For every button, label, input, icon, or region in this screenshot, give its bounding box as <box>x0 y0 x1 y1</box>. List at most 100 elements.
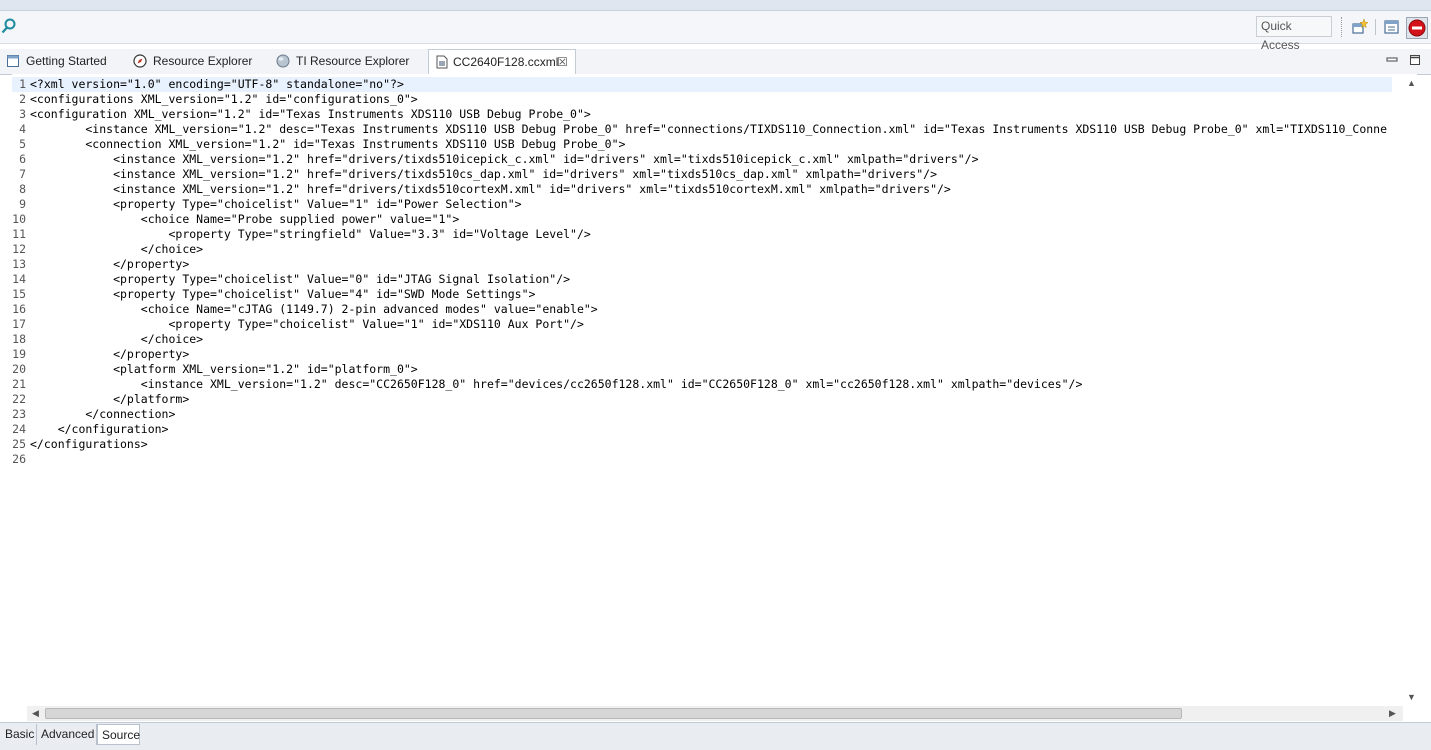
code-text: <connection XML_version="1.2" id="Texas … <box>30 137 626 151</box>
code-text: </configuration> <box>30 422 169 436</box>
code-line[interactable]: 16 <choice Name="cJTAG (1149.7) 2-pin ad… <box>12 302 1392 317</box>
line-number: 23 <box>12 407 26 421</box>
line-number: 5 <box>19 137 26 151</box>
code-text: <instance XML_version="1.2" href="driver… <box>30 152 979 166</box>
code-text: </choice> <box>30 242 204 256</box>
code-text: </connection> <box>30 407 176 421</box>
scroll-down-icon[interactable]: ▼ <box>1407 693 1416 702</box>
code-line[interactable]: 25 </configurations> <box>12 437 1392 452</box>
code-line[interactable]: 7 <instance XML_version="1.2" href="driv… <box>12 167 1392 182</box>
code-line[interactable]: 22 </platform> <box>12 392 1392 407</box>
code-line[interactable]: 8 <instance XML_version="1.2" href="driv… <box>12 182 1392 197</box>
xml-source-editor[interactable]: 1 <?xml version="1.0" encoding="UTF-8" st… <box>12 74 1417 714</box>
code-line[interactable]: 13 </property> <box>12 257 1392 272</box>
code-line[interactable]: 5 <connection XML_version="1.2" id="Texa… <box>12 137 1392 152</box>
line-number: 8 <box>19 182 26 196</box>
code-line[interactable]: 1 <?xml version="1.0" encoding="UTF-8" st… <box>12 77 1392 92</box>
line-number: 11 <box>12 227 26 241</box>
tab-getting-started[interactable]: Getting Started <box>6 49 116 74</box>
tab-advanced[interactable]: Advanced <box>37 724 97 745</box>
scroll-right-icon[interactable]: ▶ <box>1389 709 1397 718</box>
code-text: <configuration XML_version="1.2" id="Tex… <box>30 107 591 121</box>
line-number: 1 <box>19 77 26 91</box>
ccs-debug-perspective-icon[interactable] <box>1406 17 1428 39</box>
line-number: 25 <box>12 437 26 451</box>
tab-source[interactable]: Source <box>97 724 140 745</box>
scroll-left-icon[interactable]: ◀ <box>32 709 40 718</box>
code-text: </configurations> <box>30 437 148 451</box>
code-line[interactable]: 23 </connection> <box>12 407 1392 422</box>
editor-page-tabs: Basic Advanced Source <box>0 722 1431 750</box>
line-number: 20 <box>12 362 26 376</box>
code-line[interactable]: 6 <instance XML_version="1.2" href="driv… <box>12 152 1392 167</box>
maximize-icon[interactable] <box>1409 54 1421 66</box>
line-number: 2 <box>19 92 26 106</box>
line-number: 10 <box>12 212 26 226</box>
line-number: 14 <box>12 272 26 286</box>
code-line[interactable]: 14 <property Type="choicelist" Value="0"… <box>12 272 1392 287</box>
code-text: </property> <box>30 347 190 361</box>
code-text: <choice Name="cJTAG (1149.7) 2-pin advan… <box>30 302 598 316</box>
page-icon <box>7 55 19 67</box>
code-text: <choice Name="Probe supplied power" valu… <box>30 212 460 226</box>
code-line[interactable]: 17 <property Type="choicelist" Value="1"… <box>12 317 1392 332</box>
code-line[interactable]: 15 <property Type="choicelist" Value="4"… <box>12 287 1392 302</box>
line-number: 22 <box>12 392 26 406</box>
code-text: <property Type="choicelist" Value="0" id… <box>30 272 571 286</box>
editor-tab-bar: Getting Started Resource Explorer TI Res… <box>0 49 1431 75</box>
tab-resource-explorer[interactable]: Resource Explorer <box>133 49 263 74</box>
horizontal-scrollbar[interactable]: ◀ ▶ <box>27 706 1403 721</box>
line-number: 9 <box>19 197 26 211</box>
close-icon[interactable]: ☒ <box>557 50 568 75</box>
ccxml-file-icon <box>436 55 448 69</box>
code-line[interactable]: 11 <property Type="stringfield" Value="3… <box>12 227 1392 242</box>
code-line[interactable]: 3 <configuration XML_version="1.2" id="Te… <box>12 107 1392 122</box>
code-text: </platform> <box>30 392 190 406</box>
scroll-up-icon[interactable]: ▲ <box>1407 79 1416 88</box>
code-text: <instance XML_version="1.2" desc="Texas … <box>30 122 1388 136</box>
line-number: 15 <box>12 287 26 301</box>
code-line[interactable]: 9 <property Type="choicelist" Value="1" … <box>12 197 1392 212</box>
line-number: 6 <box>19 152 26 166</box>
vertical-scrollbar[interactable]: ▲ ▼ <box>1403 75 1420 707</box>
code-text: <property Type="choicelist" Value="1" id… <box>30 197 522 211</box>
code-line[interactable]: 4 <instance XML_version="1.2" desc="Texa… <box>12 122 1392 137</box>
line-number: 13 <box>12 257 26 271</box>
code-line[interactable]: 20 <platform XML_version="1.2" id="platf… <box>12 362 1392 377</box>
code-line[interactable]: 12 </choice> <box>12 242 1392 257</box>
code-line[interactable]: 26 <box>12 452 1392 467</box>
toolbar-grip <box>1341 17 1344 37</box>
code-line[interactable]: 24 </configuration> <box>12 422 1392 437</box>
tab-ti-resource-explorer[interactable]: TI Resource Explorer <box>276 49 416 74</box>
line-number: 18 <box>12 332 26 346</box>
code-text: <property Type="stringfield" Value="3.3"… <box>30 227 591 241</box>
line-number: 4 <box>19 122 26 136</box>
tab-ccxml-file[interactable]: CC2640F128.ccxml ☒ <box>428 49 576 75</box>
horizontal-scroll-thumb[interactable] <box>45 708 1182 719</box>
code-line[interactable]: 2 <configurations XML_version="1.2" id="c… <box>12 92 1392 107</box>
code-line[interactable]: 21 <instance XML_version="1.2" desc="CC2… <box>12 377 1392 392</box>
title-strip <box>0 0 1431 11</box>
minimize-icon[interactable] <box>1386 54 1398 66</box>
code-line[interactable]: 18 </choice> <box>12 332 1392 347</box>
line-number: 12 <box>12 242 26 256</box>
ccs-edit-perspective-icon[interactable] <box>1383 18 1401 36</box>
code-text: <configurations XML_version="1.2" id="co… <box>30 92 418 106</box>
code-text: <instance XML_version="1.2" desc="CC2650… <box>30 377 1083 391</box>
open-perspective-icon[interactable] <box>1351 18 1369 36</box>
main-toolbar: Quick Access <box>0 11 1431 52</box>
quick-access-input[interactable]: Quick Access <box>1256 16 1332 52</box>
tab-basic[interactable]: Basic <box>1 724 37 745</box>
line-number: 16 <box>12 302 26 316</box>
line-number: 24 <box>12 422 26 436</box>
search-icon[interactable] <box>1 17 17 35</box>
code-text: <instance XML_version="1.2" href="driver… <box>30 167 937 181</box>
toolbar-separator <box>1375 19 1376 35</box>
line-number: 19 <box>12 347 26 361</box>
code-text: <platform XML_version="1.2" id="platform… <box>30 362 418 376</box>
code-line[interactable]: 19 </property> <box>12 347 1392 362</box>
code-lines: 1 <?xml version="1.0" encoding="UTF-8" st… <box>12 77 1392 467</box>
globe-icon <box>276 54 290 68</box>
code-text: <property Type="choicelist" Value="4" id… <box>30 287 536 301</box>
code-line[interactable]: 10 <choice Name="Probe supplied power" v… <box>12 212 1392 227</box>
